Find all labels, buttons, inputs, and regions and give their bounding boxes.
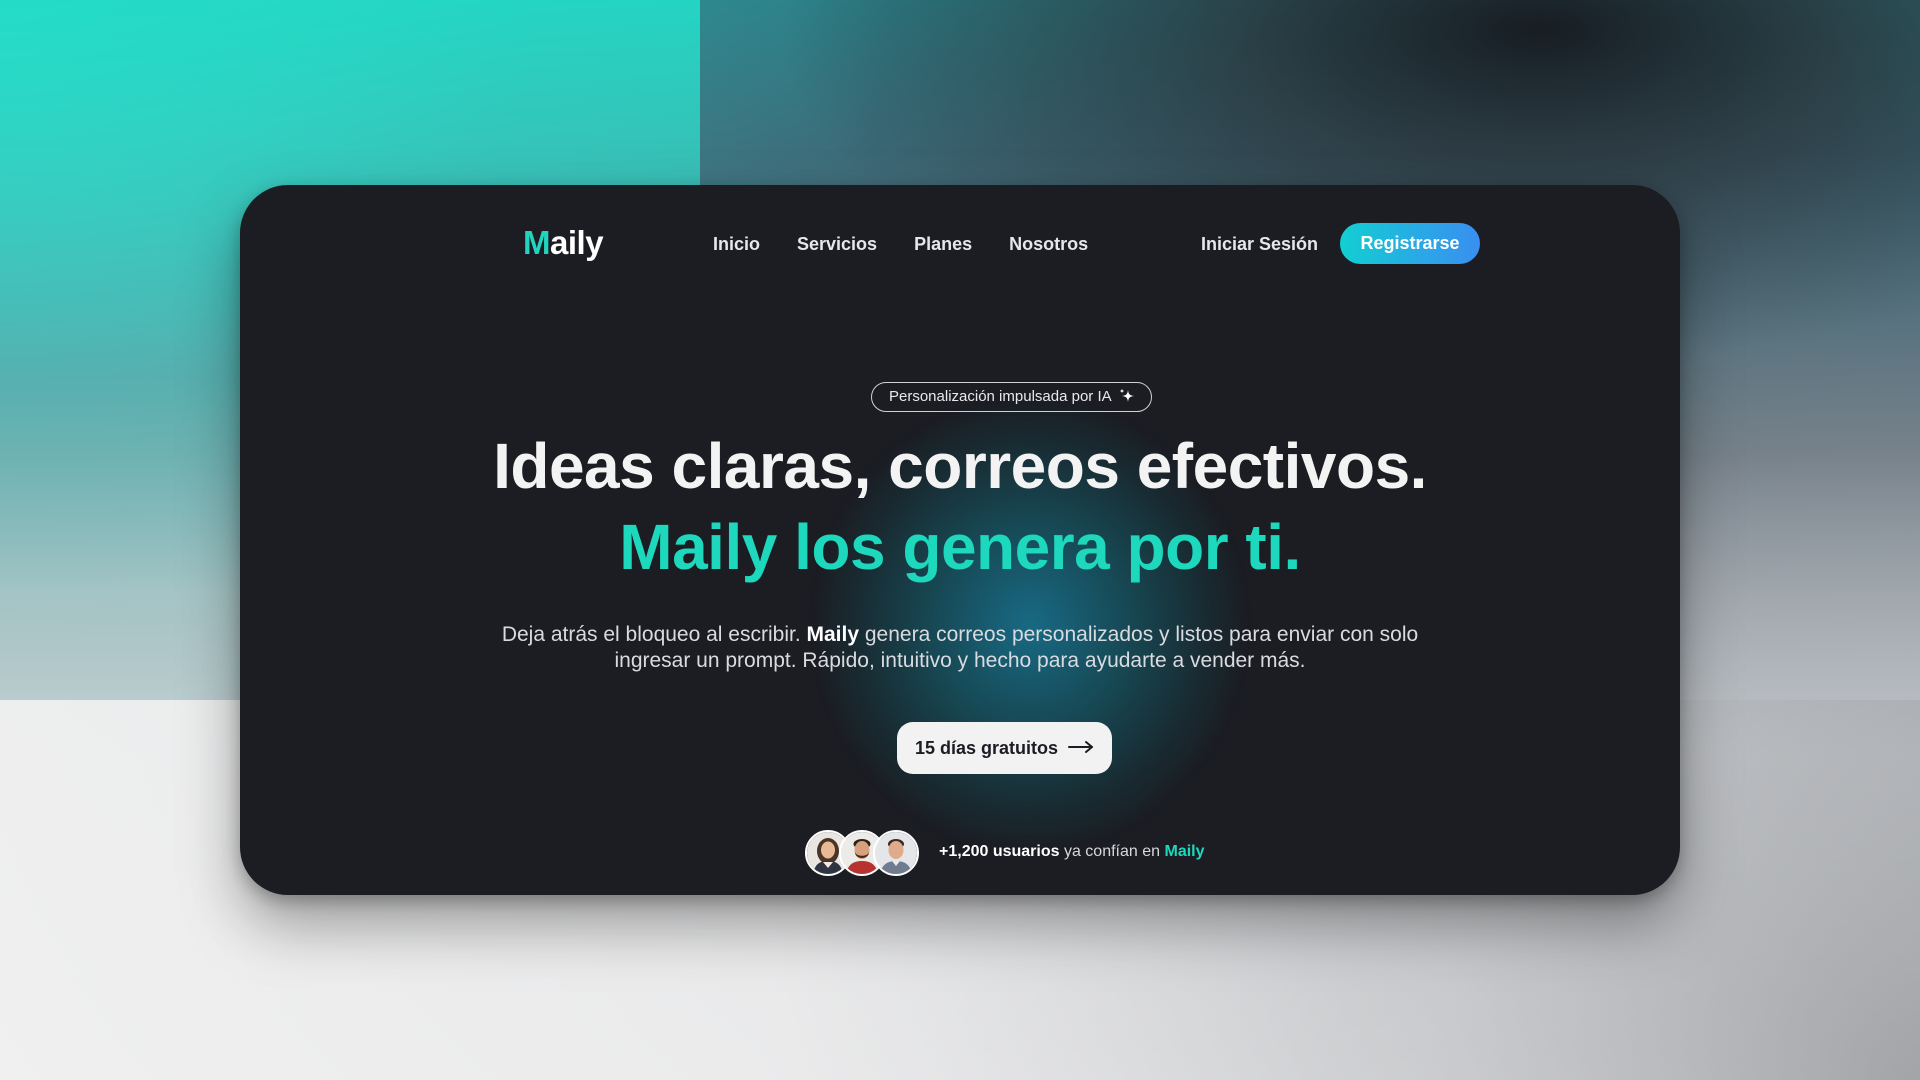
maily-logo[interactable]: Maily	[523, 223, 604, 263]
badge-text: Personalización impulsada por IA	[889, 388, 1112, 405]
headline-line-1: Ideas claras, correos efectivos.	[493, 430, 1427, 502]
nav-link-nosotros[interactable]: Nosotros	[1009, 233, 1088, 255]
top-navigation: Maily Inicio Servicios Planes Nosotros I…	[240, 185, 1680, 303]
hero-description: Deja atrás el bloqueo al escribir. Maily…	[480, 622, 1440, 674]
arrow-right-icon	[1068, 738, 1094, 759]
nav-links: Inicio Servicios Planes Nosotros	[713, 233, 1125, 255]
sparkle-icon	[1117, 387, 1137, 407]
user-count: +1,200 usuarios	[939, 843, 1060, 860]
user-avatars	[805, 830, 925, 876]
login-link[interactable]: Iniciar Sesión	[1201, 233, 1318, 255]
free-trial-button[interactable]: 15 días gratuitos	[897, 722, 1112, 774]
social-proof-text: +1,200 usuarios ya confían en Maily	[939, 842, 1205, 862]
headline-line-2: Maily los genera por ti.	[619, 511, 1301, 583]
hero-card: Maily Inicio Servicios Planes Nosotros I…	[240, 185, 1680, 895]
trust-middle-text: ya confían en	[1059, 843, 1165, 860]
nav-link-inicio[interactable]: Inicio	[713, 233, 760, 255]
logo-text: aily	[550, 224, 604, 261]
ai-badge: Personalización impulsada por IA	[871, 382, 1152, 412]
nav-link-planes[interactable]: Planes	[914, 233, 972, 255]
logo-letter-m: M	[523, 224, 551, 261]
avatar-man	[873, 830, 919, 876]
signup-button[interactable]: Registrarse	[1340, 223, 1480, 264]
nav-link-servicios[interactable]: Servicios	[797, 233, 877, 255]
desc-part-1: Deja atrás el bloqueo al escribir.	[501, 623, 807, 646]
trust-brand: Maily	[1164, 843, 1205, 860]
desc-brand: Maily	[806, 623, 860, 646]
cta-label: 15 días gratuitos	[914, 737, 1059, 758]
